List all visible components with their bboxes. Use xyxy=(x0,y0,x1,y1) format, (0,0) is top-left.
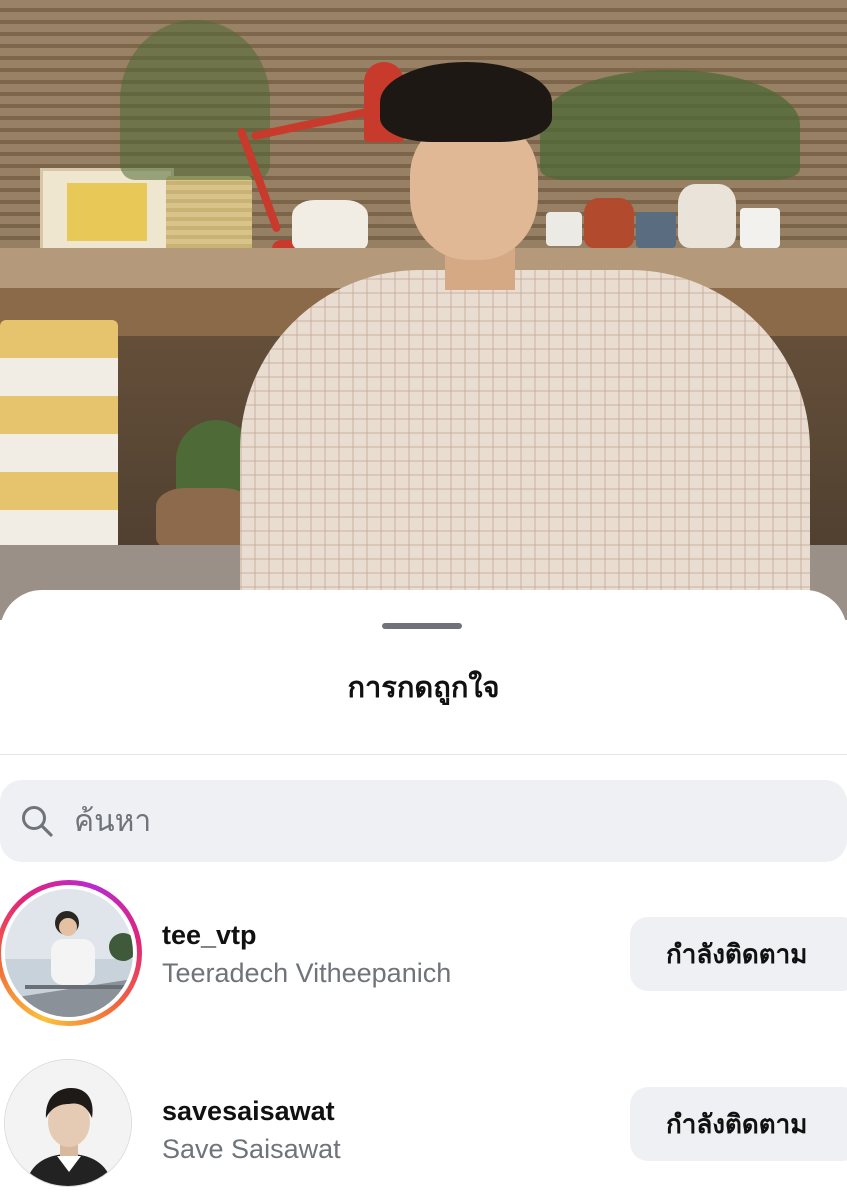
blue-cup xyxy=(636,212,676,248)
sheet-title: การกดถูกใจ xyxy=(347,672,500,704)
avatar[interactable] xyxy=(5,889,133,1017)
picture-frame xyxy=(40,168,174,258)
person-hair xyxy=(380,62,552,142)
plant-right xyxy=(540,70,800,180)
following-button[interactable]: กำลังติดตาม xyxy=(630,917,847,991)
white-cup xyxy=(740,208,780,248)
search-bar[interactable] xyxy=(0,780,847,864)
white-mug xyxy=(546,212,582,246)
striped-pillow xyxy=(0,320,118,550)
red-jar xyxy=(584,198,634,248)
white-pot xyxy=(292,200,368,252)
username[interactable]: tee_vtp xyxy=(162,920,257,951)
full-name: Teeradech Vitheepanich xyxy=(162,958,452,988)
sheet-grabber[interactable] xyxy=(382,623,462,629)
username[interactable]: savesaisawat xyxy=(162,1096,335,1127)
title-divider xyxy=(0,754,847,755)
white-teapot xyxy=(678,184,736,248)
search-icon xyxy=(22,806,53,837)
avatar[interactable] xyxy=(4,1059,132,1187)
search-input[interactable] xyxy=(72,780,816,864)
list-item[interactable]: tee_vtp Teeradech Vitheepanich กำลังติดต… xyxy=(0,880,847,1026)
likes-sheet: การกดถูกใจ tee_vtp Teeradech Vith xyxy=(0,590,847,1200)
full-name: Save Saisawat xyxy=(162,1134,341,1164)
following-button[interactable]: กำลังติดตาม xyxy=(630,1087,847,1161)
person-shirt xyxy=(240,270,810,620)
list-item[interactable]: savesaisawat Save Saisawat กำลังติดตาม xyxy=(0,1056,847,1196)
post-photo-background xyxy=(0,0,847,620)
woven-basket xyxy=(166,176,252,252)
